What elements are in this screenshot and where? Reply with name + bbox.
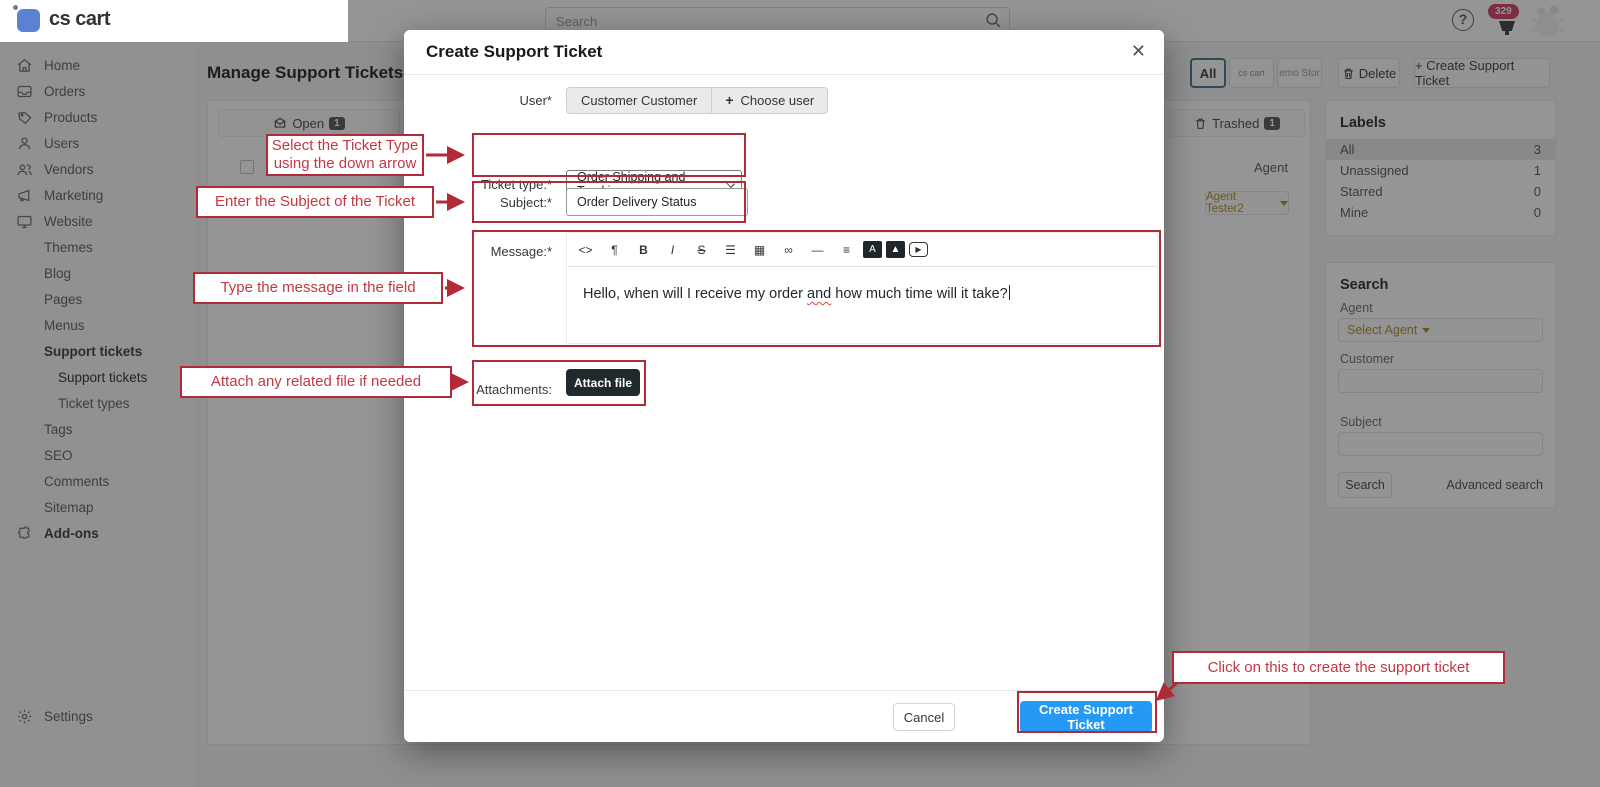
create-support-ticket-button[interactable]: Create Support Ticket [1020, 701, 1152, 733]
callout-ticket-type: Select the Ticket Typeusing the down arr… [266, 134, 424, 176]
callout-attachments: Attach any related file if needed [180, 366, 452, 398]
callout-create-button: Click on this to create the support tick… [1172, 651, 1505, 684]
logo-area: cs cart [0, 0, 348, 42]
link-icon[interactable]: ∞ [776, 238, 801, 261]
callout-message: Type the message in the field [193, 272, 443, 304]
attach-file-button[interactable]: Attach file [566, 369, 640, 396]
list-icon[interactable]: ☰ [718, 238, 743, 261]
paragraph-icon[interactable]: ¶ [602, 238, 627, 261]
editor-toolbar: <> ¶ B I S ☰ ▦ ∞ — ≡ A ▲ ▶ [567, 233, 1157, 267]
close-icon[interactable]: ✕ [1131, 41, 1146, 62]
format-a-icon[interactable]: A [863, 241, 882, 258]
message-editor[interactable]: <> ¶ B I S ☰ ▦ ∞ — ≡ A ▲ ▶ Hello, when w… [566, 232, 1158, 344]
user-field-group: Customer Customer + Choose user [566, 87, 828, 114]
video-icon[interactable]: ▶ [909, 242, 928, 257]
spellcheck-word: and [807, 286, 831, 302]
cscart-logo-icon [17, 9, 40, 32]
code-icon[interactable]: <> [573, 238, 598, 261]
horizontal-rule-icon[interactable]: — [805, 238, 830, 261]
strikethrough-icon[interactable]: S [689, 238, 714, 261]
user-label: User* [404, 93, 552, 108]
table-icon[interactable]: ▦ [747, 238, 772, 261]
modal-title: Create Support Ticket [426, 42, 602, 62]
cancel-button[interactable]: Cancel [893, 703, 955, 731]
user-value: Customer Customer [567, 88, 711, 113]
subject-input[interactable] [566, 188, 748, 216]
cscart-logo-text: cs cart [49, 8, 110, 31]
bold-icon[interactable]: B [631, 238, 656, 261]
align-icon[interactable]: ≡ [834, 238, 859, 261]
plus-icon: + [725, 88, 733, 113]
callout-subject: Enter the Subject of the Ticket [196, 186, 434, 218]
italic-icon[interactable]: I [660, 238, 685, 261]
message-text: Hello, when will I receive my order and … [583, 285, 1010, 302]
create-support-ticket-modal: Create Support Ticket ✕ User* Customer C… [404, 30, 1164, 742]
choose-user-button[interactable]: + Choose user [712, 88, 827, 113]
image-icon[interactable]: ▲ [886, 241, 905, 258]
chevron-down-icon [726, 179, 735, 188]
message-label: Message:* [404, 244, 552, 259]
text-cursor [1009, 285, 1011, 300]
